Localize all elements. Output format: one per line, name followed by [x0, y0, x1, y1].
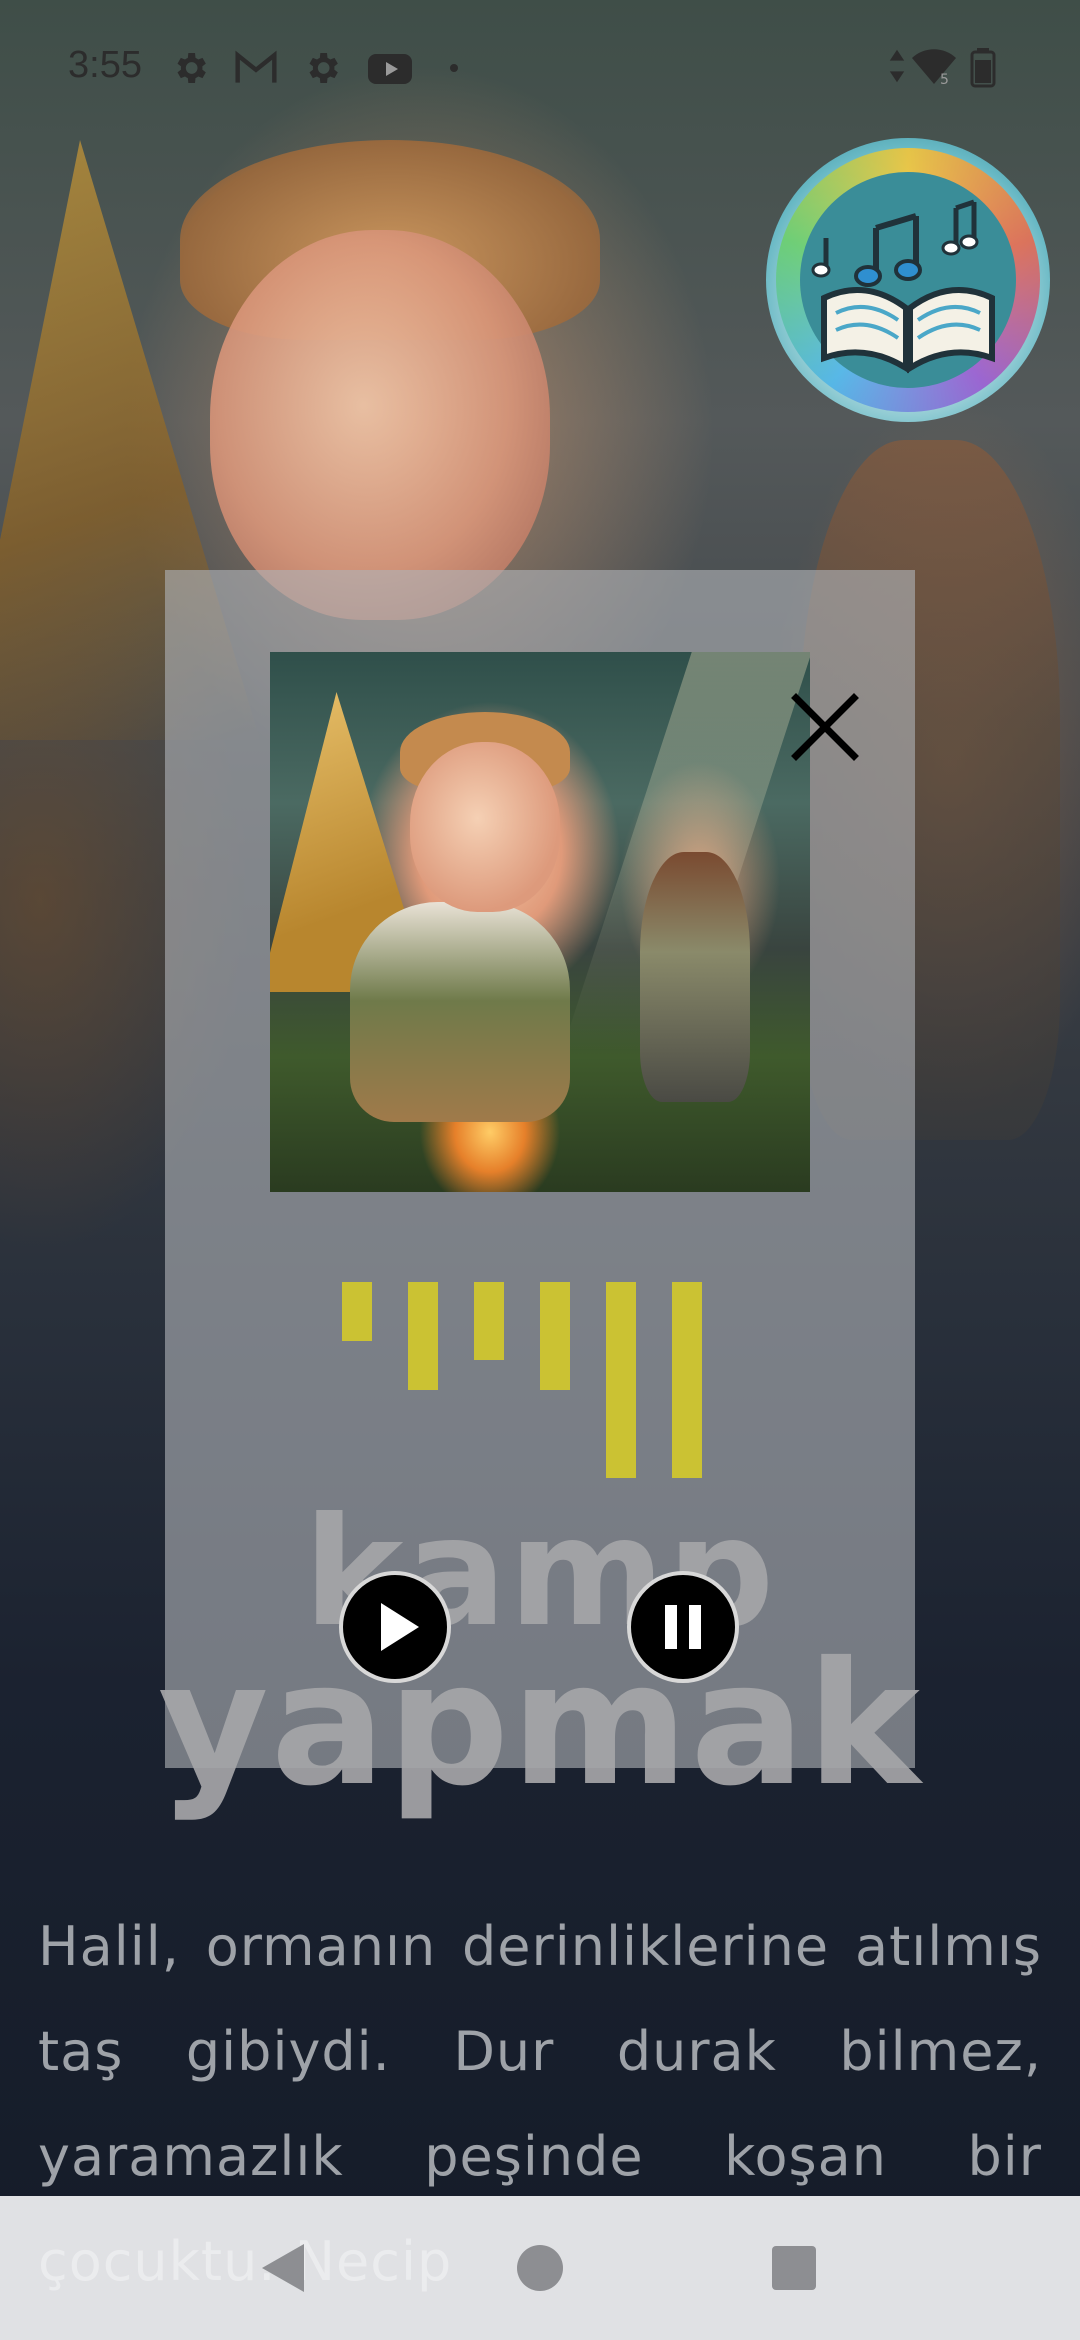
pause-icon [665, 1605, 701, 1649]
wifi-badge: 5 [940, 72, 949, 88]
open-book-icon [811, 199, 995, 374]
youtube-icon [368, 54, 412, 84]
dot-icon [450, 64, 458, 72]
status-bar: 3:55 5 [0, 0, 1080, 130]
background-boy-face [210, 230, 550, 620]
play-icon [381, 1603, 419, 1651]
recents-square-icon[interactable] [770, 2244, 818, 2292]
boy-body [350, 902, 570, 1122]
battery-icon [970, 48, 996, 88]
settings-icon-2 [309, 53, 338, 83]
musical-storybook-logo[interactable] [766, 138, 1050, 422]
story-title-line-2: yapmak [157, 1626, 923, 1824]
status-time: 3:55 [68, 44, 142, 86]
pause-button[interactable] [627, 1571, 739, 1683]
wifi-icon: 5 [912, 49, 956, 88]
boy-head [410, 742, 560, 912]
close-icon[interactable] [790, 692, 860, 762]
settings-icon [177, 53, 206, 83]
gmail-icon [235, 50, 277, 83]
play-button[interactable] [339, 1571, 451, 1683]
girl-figure [640, 852, 750, 1102]
back-triangle-icon[interactable] [258, 2240, 308, 2296]
story-illustration [270, 652, 810, 1192]
home-circle-icon[interactable] [514, 2242, 566, 2294]
navigation-bar [0, 2196, 1080, 2340]
data-arrows-icon [889, 49, 905, 83]
